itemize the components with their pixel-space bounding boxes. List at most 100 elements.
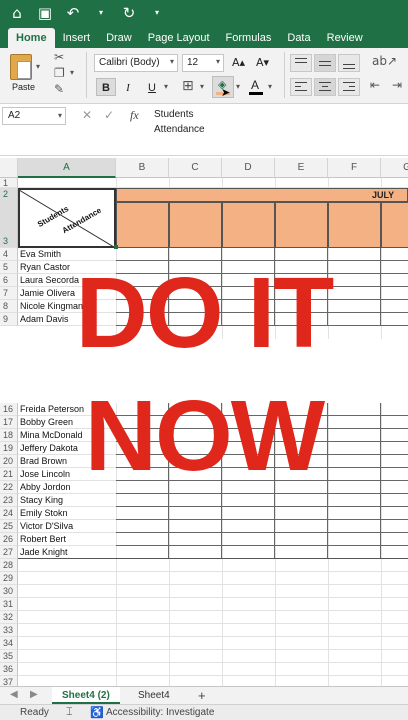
column-header-d[interactable]: D bbox=[222, 158, 275, 178]
font-size-select[interactable]: 12 ▾ bbox=[182, 54, 224, 72]
decrease-font-size-button[interactable]: A▾ bbox=[256, 56, 269, 69]
attendance-cell[interactable] bbox=[222, 520, 275, 533]
row-header-25[interactable]: 25 bbox=[0, 520, 18, 533]
attendance-cell[interactable] bbox=[381, 494, 408, 507]
tab-formulas[interactable]: Formulas bbox=[218, 28, 280, 48]
format-painter-icon[interactable]: ✎ bbox=[54, 82, 64, 96]
name-box[interactable]: A2 ▾ bbox=[2, 107, 66, 125]
formula-content-line1[interactable]: Students bbox=[154, 109, 193, 120]
font-name-select[interactable]: Calibri (Body) ▾ bbox=[94, 54, 178, 72]
student-name-cell[interactable]: Victor D'Silva bbox=[20, 521, 73, 531]
day-header-cell[interactable] bbox=[222, 202, 275, 248]
save-icon[interactable]: ▣ bbox=[36, 5, 54, 21]
increase-font-size-button[interactable]: A▴ bbox=[232, 56, 245, 69]
row-header-26[interactable]: 26 bbox=[0, 533, 18, 546]
attendance-cell[interactable] bbox=[328, 520, 381, 533]
paste-button-label[interactable]: Paste bbox=[12, 82, 35, 92]
students-attendance-header-cell[interactable]: Students Attendance bbox=[18, 188, 116, 248]
attendance-cell[interactable] bbox=[169, 507, 222, 520]
cancel-icon[interactable]: ✕ bbox=[82, 108, 92, 122]
row-header-35[interactable]: 35 bbox=[0, 650, 18, 663]
attendance-cell[interactable] bbox=[169, 494, 222, 507]
align-right-button[interactable] bbox=[338, 78, 360, 96]
decrease-indent-icon[interactable]: ⇤ bbox=[370, 78, 380, 92]
copy-dropdown-icon[interactable]: ▾ bbox=[70, 68, 74, 77]
row-header-37[interactable]: 37 bbox=[0, 676, 18, 686]
student-name-cell[interactable]: Eva Smith bbox=[20, 249, 61, 259]
borders-icon[interactable]: ⊞ bbox=[182, 78, 194, 94]
row-header-4[interactable]: 4 bbox=[0, 248, 18, 261]
bold-button[interactable]: B bbox=[96, 78, 116, 96]
add-sheet-button[interactable]: + bbox=[198, 687, 206, 704]
undo-icon[interactable]: ↶ bbox=[64, 5, 82, 21]
tab-draw[interactable]: Draw bbox=[98, 28, 140, 48]
day-header-cell[interactable] bbox=[328, 202, 381, 248]
spreadsheet-grid[interactable]: A B C D E F G 1 2 3 JULY Students Attendance 4 Eva Smi… bbox=[0, 158, 408, 686]
borders-dropdown-icon[interactable]: ▾ bbox=[200, 82, 204, 91]
home-icon[interactable]: ⌂ bbox=[8, 5, 26, 21]
font-color-dropdown-icon[interactable]: ▾ bbox=[268, 82, 272, 91]
attendance-cell[interactable] bbox=[381, 520, 408, 533]
orientation-icon[interactable]: ab↗ bbox=[372, 54, 397, 68]
copy-icon[interactable]: ❐ bbox=[54, 66, 65, 80]
attendance-cell[interactable] bbox=[116, 520, 169, 533]
row-header-33[interactable]: 33 bbox=[0, 624, 18, 637]
align-middle-button[interactable] bbox=[314, 54, 336, 72]
attendance-cell[interactable] bbox=[275, 533, 328, 546]
row-header-28[interactable]: 28 bbox=[0, 559, 18, 572]
attendance-cell[interactable] bbox=[275, 507, 328, 520]
attendance-cell[interactable] bbox=[222, 533, 275, 546]
attendance-cell[interactable] bbox=[169, 520, 222, 533]
attendance-cell[interactable] bbox=[328, 248, 381, 261]
attendance-cell[interactable] bbox=[328, 507, 381, 520]
column-header-f[interactable]: F bbox=[328, 158, 381, 178]
attendance-cell[interactable] bbox=[222, 494, 275, 507]
row-header-32[interactable]: 32 bbox=[0, 611, 18, 624]
underline-button[interactable]: U bbox=[142, 78, 162, 96]
attendance-cell[interactable] bbox=[169, 533, 222, 546]
student-name-cell[interactable]: Emily Stokn bbox=[20, 508, 68, 518]
column-header-a[interactable]: A bbox=[18, 158, 116, 178]
row-header-23[interactable]: 23 bbox=[0, 494, 18, 507]
dropdown-icon[interactable]: ▾ bbox=[92, 9, 110, 17]
day-header-cell[interactable] bbox=[275, 202, 328, 248]
column-header-e[interactable]: E bbox=[275, 158, 328, 178]
column-header-c[interactable]: C bbox=[169, 158, 222, 178]
formula-content-line2[interactable]: Attendance bbox=[154, 124, 205, 135]
more-dropdown-icon[interactable]: ▾ bbox=[148, 9, 166, 17]
attendance-cell[interactable] bbox=[275, 520, 328, 533]
row-header-30[interactable]: 30 bbox=[0, 585, 18, 598]
attendance-cell[interactable] bbox=[275, 494, 328, 507]
row-header-1[interactable]: 1 bbox=[0, 178, 18, 188]
sheet-tab[interactable]: Sheet4 bbox=[128, 687, 180, 704]
underline-dropdown-icon[interactable]: ▾ bbox=[164, 82, 168, 91]
paste-dropdown-icon[interactable]: ▾ bbox=[36, 62, 40, 71]
font-color-button[interactable]: A bbox=[246, 76, 266, 98]
student-name-cell[interactable]: Jade Knight bbox=[20, 547, 68, 557]
attendance-cell[interactable] bbox=[116, 494, 169, 507]
redo-icon[interactable]: ↻ bbox=[120, 5, 138, 21]
cut-icon[interactable]: ✂ bbox=[54, 50, 64, 64]
day-header-cell[interactable] bbox=[381, 202, 408, 248]
attendance-cell[interactable] bbox=[381, 248, 408, 261]
align-left-button[interactable] bbox=[290, 78, 312, 96]
enter-icon[interactable]: ✓ bbox=[104, 108, 114, 122]
accessibility-status[interactable]: Accessibility: Investigate bbox=[106, 707, 214, 718]
row-header-34[interactable]: 34 bbox=[0, 637, 18, 650]
student-name-cell[interactable]: Stacy King bbox=[20, 495, 63, 505]
column-header-b[interactable]: B bbox=[116, 158, 169, 178]
italic-button[interactable]: I bbox=[118, 78, 138, 96]
day-header-cell[interactable] bbox=[169, 202, 222, 248]
function-icon[interactable]: fx bbox=[130, 108, 139, 123]
attendance-cell[interactable] bbox=[381, 533, 408, 546]
attendance-cell[interactable] bbox=[222, 507, 275, 520]
tab-insert[interactable]: Insert bbox=[55, 28, 99, 48]
row-header-24[interactable]: 24 bbox=[0, 507, 18, 520]
sheet-tab-active[interactable]: Sheet4 (2) bbox=[52, 687, 120, 704]
attendance-cell[interactable] bbox=[116, 507, 169, 520]
attendance-cell[interactable] bbox=[328, 533, 381, 546]
tab-data[interactable]: Data bbox=[279, 28, 318, 48]
prev-sheet-icon[interactable]: ◀ bbox=[10, 689, 18, 700]
align-bottom-button[interactable] bbox=[338, 54, 360, 72]
column-header-g[interactable]: G bbox=[381, 158, 408, 178]
